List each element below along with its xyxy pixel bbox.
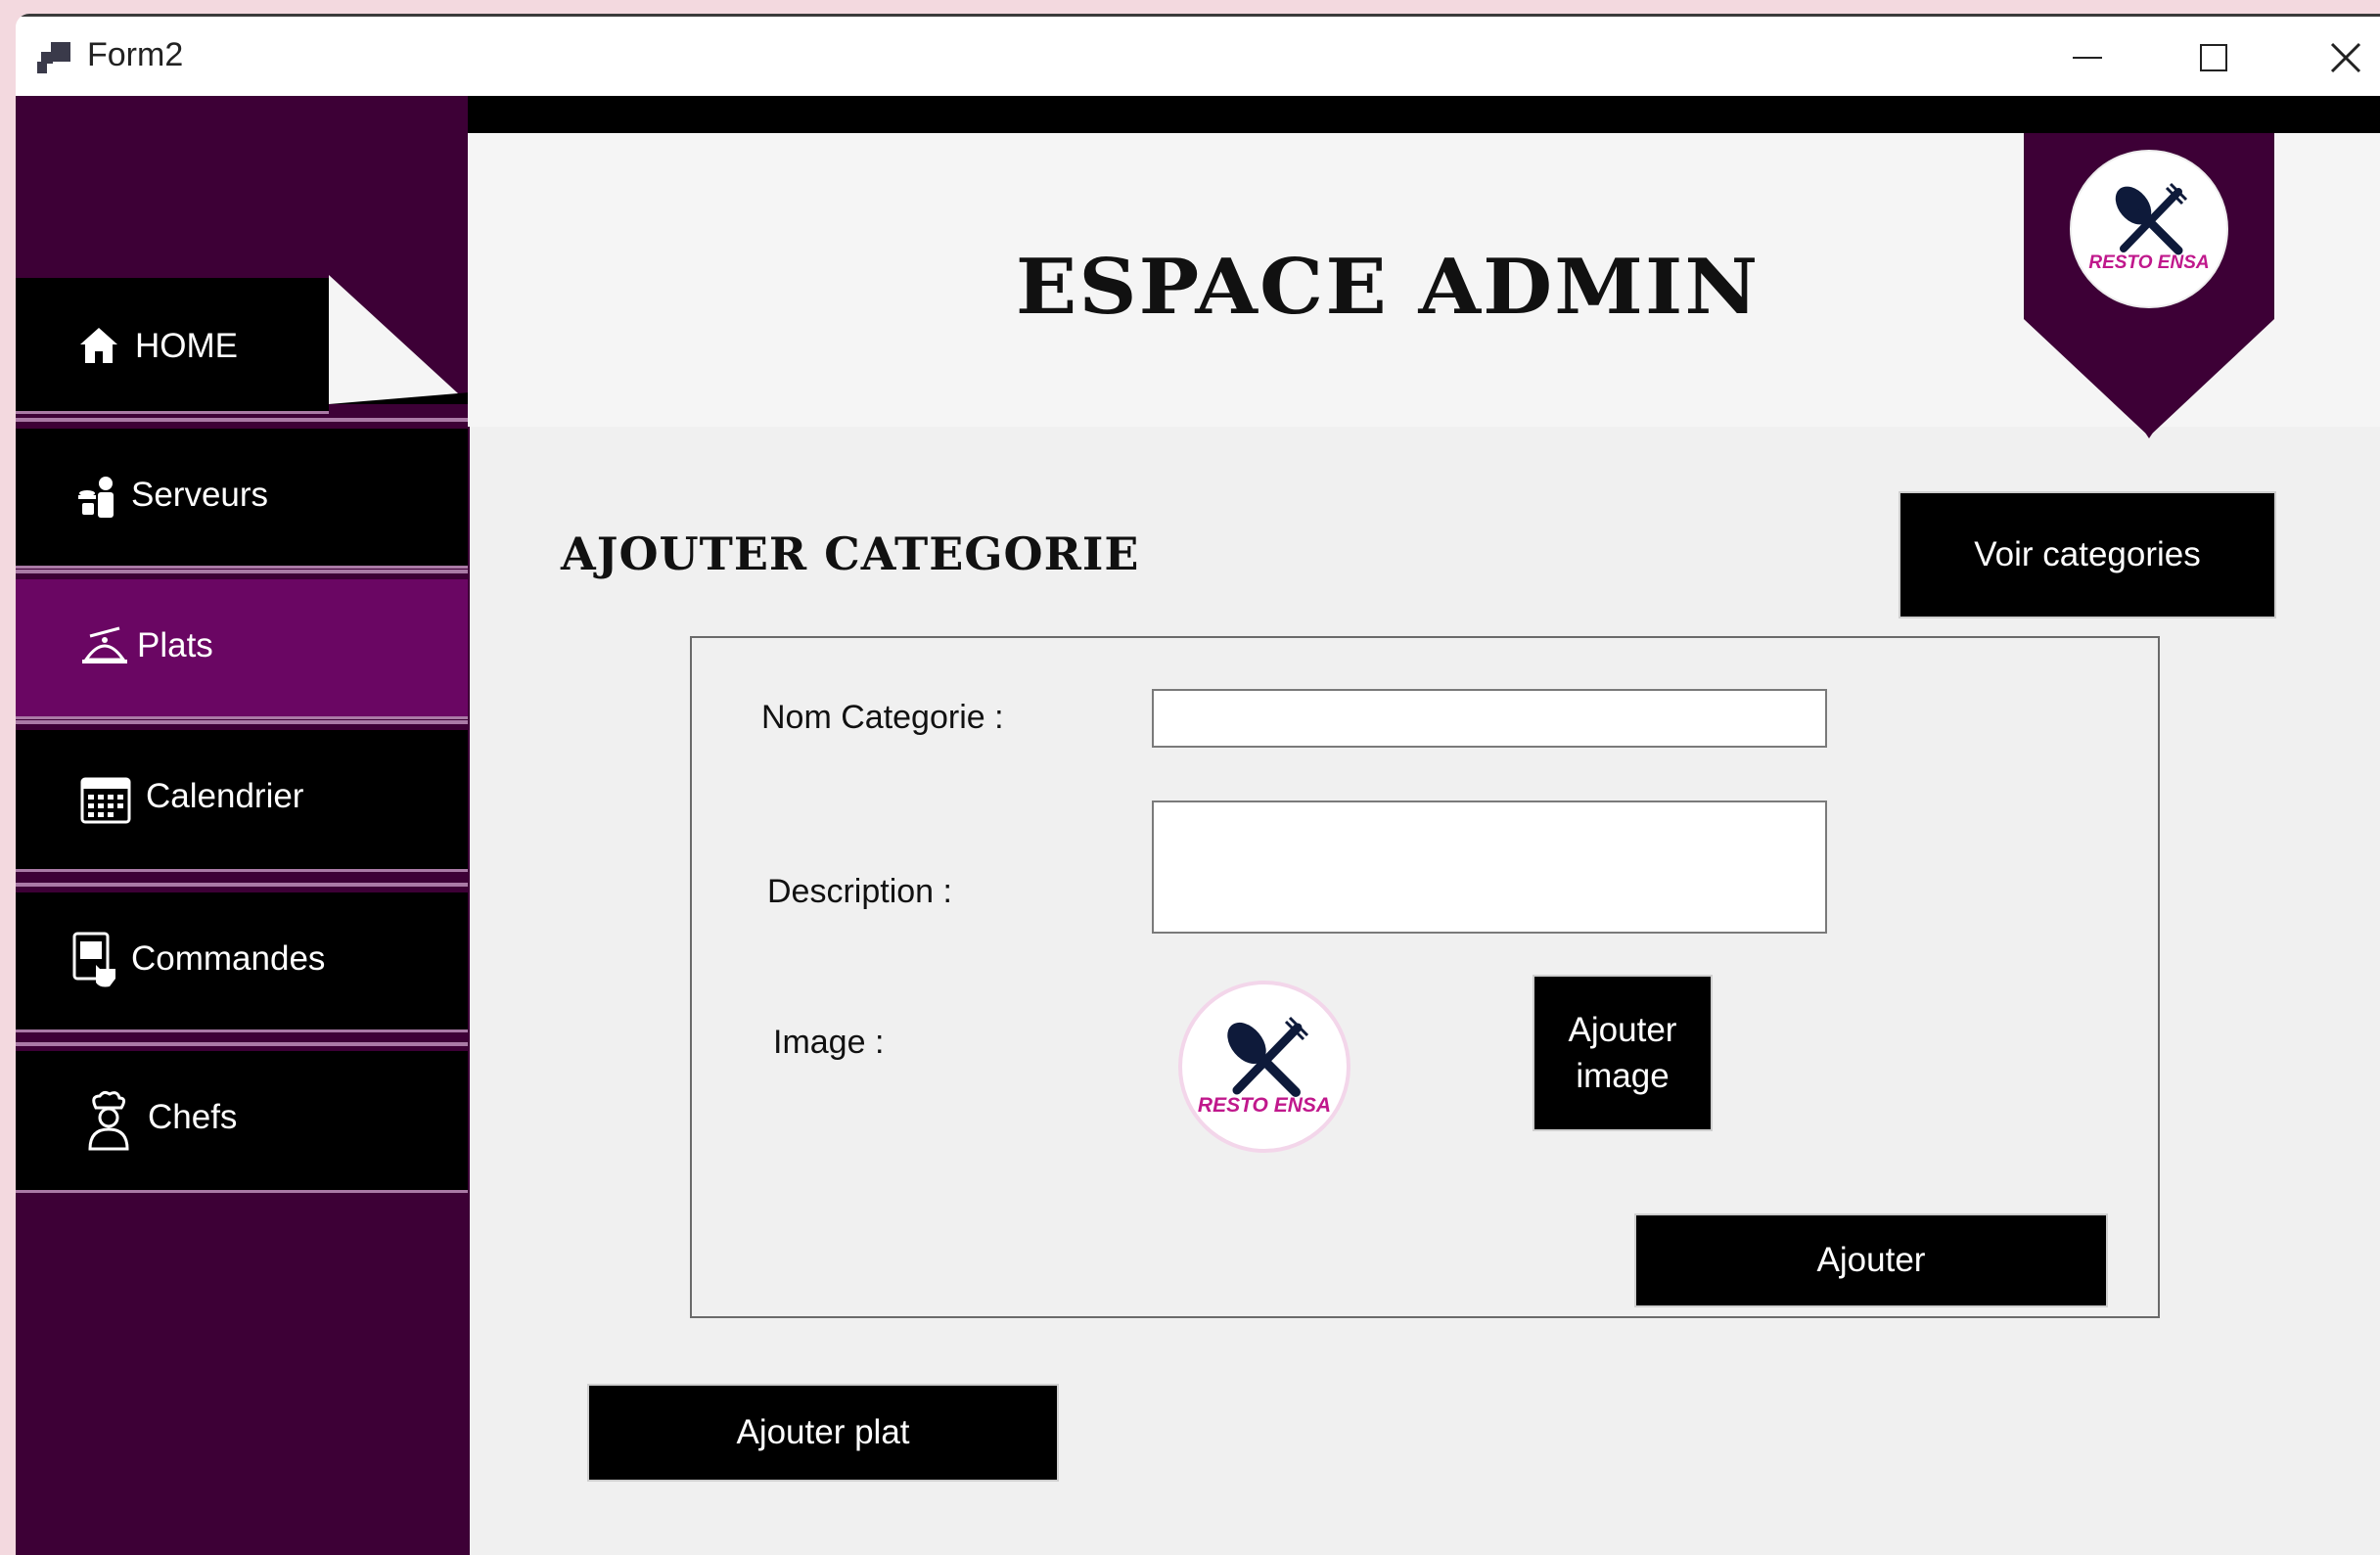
title-bar: Form2 (16, 14, 2380, 99)
corner-fold (329, 275, 470, 404)
sidebar-item-label: HOME (135, 327, 238, 365)
close-button[interactable] (2291, 17, 2380, 99)
app-icon (37, 42, 72, 75)
separator (16, 1042, 468, 1046)
separator (16, 720, 468, 724)
sidebar-item-label: Serveurs (131, 476, 269, 514)
sidebar-item-plats[interactable]: Plats (16, 579, 468, 719)
sidebar-item-label: Commandes (131, 939, 326, 978)
window-title: Form2 (87, 36, 184, 73)
separator (16, 883, 468, 887)
app-window: Form2 HOME Serveurs Plats Calendrier Com… (16, 14, 2380, 1555)
home-icon (80, 328, 117, 363)
section-title: AJOUTER CATEGORIE (561, 527, 1140, 580)
logo-text: RESTO ENSA (1198, 1094, 1331, 1117)
image-label: Image : (773, 1024, 885, 1061)
logo-badge: RESTO ENSA (2024, 133, 2274, 438)
separator (16, 570, 468, 573)
ajouter-button[interactable]: Ajouter (1634, 1213, 2108, 1307)
maximize-button[interactable] (2159, 17, 2266, 99)
nom-categorie-input[interactable] (1152, 689, 1827, 748)
chef-icon (88, 1090, 129, 1151)
ajouter-plat-button[interactable]: Ajouter plat (587, 1384, 1059, 1482)
minimize-icon (2073, 57, 2102, 59)
sidebar: HOME Serveurs Plats Calendrier Commandes… (16, 96, 470, 1555)
page-title: ESPACE ADMIN (1015, 243, 1761, 332)
description-label: Description : (767, 873, 952, 910)
sidebar-item-commandes[interactable]: Commandes (16, 892, 468, 1032)
tablet-order-icon (72, 932, 115, 987)
ajouter-image-button[interactable]: Ajouter image (1533, 975, 1713, 1131)
minimize-button[interactable] (2032, 17, 2139, 99)
maximize-icon (2200, 44, 2227, 71)
category-image-preview[interactable]: RESTO ENSA (1176, 979, 1352, 1155)
close-icon (2330, 42, 2361, 73)
top-bar (468, 96, 2380, 133)
description-input[interactable] (1152, 800, 1827, 934)
separator (16, 418, 468, 422)
nom-categorie-label: Nom Categorie : (761, 699, 1004, 736)
sidebar-item-home[interactable]: HOME (16, 278, 329, 414)
sidebar-item-chefs[interactable]: Chefs (16, 1051, 468, 1193)
sidebar-item-serveurs[interactable]: Serveurs (16, 429, 468, 569)
sidebar-item-calendrier[interactable]: Calendrier (16, 730, 468, 872)
serving-dish-icon (82, 626, 127, 663)
logo-text: RESTO ENSA (2088, 252, 2209, 273)
sidebar-item-label: Plats (137, 626, 213, 664)
voir-categories-button[interactable]: Voir categories (1899, 491, 2276, 618)
sidebar-item-label: Calendrier (146, 777, 304, 815)
waiter-icon (78, 477, 114, 518)
sidebar-item-label: Chefs (148, 1098, 238, 1136)
calendar-icon (80, 777, 131, 824)
